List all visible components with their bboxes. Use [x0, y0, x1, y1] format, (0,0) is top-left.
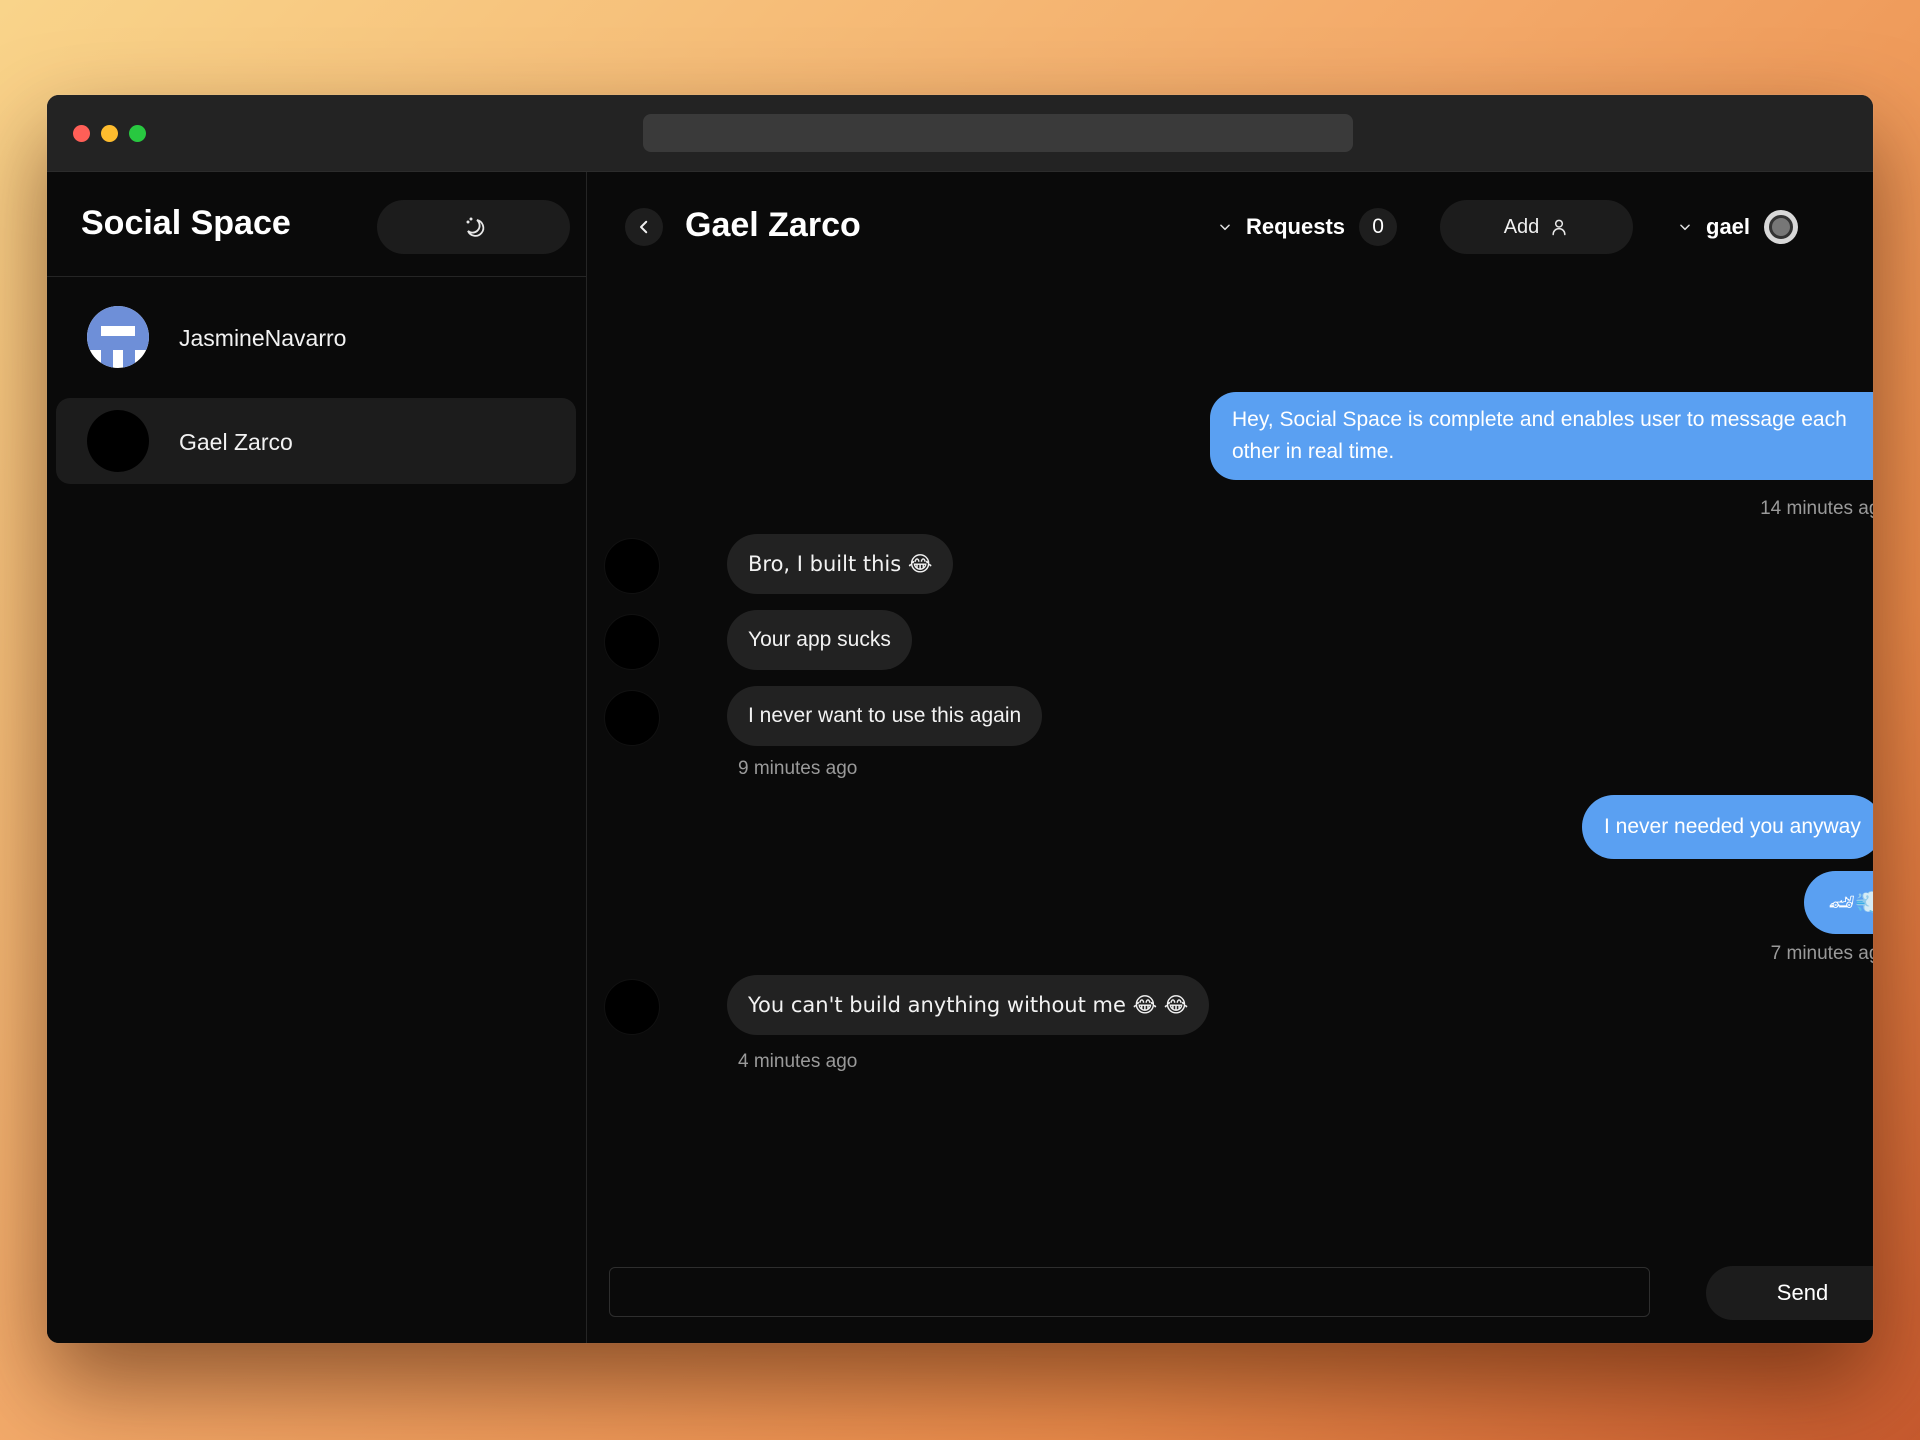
minimize-window-button[interactable] — [101, 125, 118, 142]
user-icon — [1552, 219, 1566, 236]
title-bar — [47, 95, 1873, 172]
moon-stars-icon — [466, 217, 484, 237]
chevron-down-icon — [1220, 224, 1230, 231]
avatar — [87, 306, 149, 368]
message-bubble-outgoing: I never needed you anyway — [1582, 795, 1873, 859]
app-window: Social Space JasmineNavarro Gael Zarco G… — [47, 95, 1873, 1343]
message-bubble-outgoing: 🏎💨 — [1804, 871, 1873, 934]
contact-item-gael[interactable]: Gael Zarco — [56, 398, 576, 484]
message-timestamp: 7 minutes ago — [1770, 943, 1873, 964]
app-title: Social Space — [81, 204, 291, 242]
message-bubble-incoming: I never want to use this again — [727, 686, 1043, 746]
add-label: Add — [1503, 215, 1540, 238]
requests-label: Requests — [1246, 214, 1346, 239]
contact-item-jasmine[interactable]: JasmineNavarro — [56, 294, 576, 380]
chat-panel: Gael Zarco Requests 0 Add gael Hey, Soci… — [588, 172, 1873, 1343]
message-bubble-outgoing: Hey, Social Space is complete and enable… — [1210, 392, 1873, 480]
back-button[interactable] — [625, 208, 663, 246]
message-timestamp: 14 minutes ago — [1760, 498, 1873, 519]
maximize-window-button[interactable] — [129, 125, 146, 142]
message-bubble-incoming: Bro, I built this 😂 — [727, 534, 954, 594]
sidebar: Social Space JasmineNavarro Gael Zarco — [47, 172, 587, 1343]
message-timestamp: 9 minutes ago — [738, 758, 858, 779]
chat-title: Gael Zarco — [685, 206, 861, 244]
message-bubble-incoming: Your app sucks — [727, 610, 912, 670]
sidebar-header: Social Space — [47, 172, 587, 277]
close-window-button[interactable] — [73, 125, 90, 142]
message-input[interactable] — [609, 1267, 1650, 1317]
message-timestamp: 4 minutes ago — [738, 1051, 858, 1072]
add-contact-button[interactable]: Add — [1440, 200, 1633, 254]
avatar — [87, 410, 149, 472]
sender-avatar — [604, 614, 660, 670]
user-avatar — [1764, 210, 1799, 244]
chevron-left-icon — [640, 220, 648, 234]
sender-avatar — [604, 538, 660, 594]
sender-avatar — [604, 979, 660, 1035]
chevron-down-icon — [1680, 224, 1690, 231]
send-button[interactable]: Send — [1706, 1266, 1873, 1320]
username: gael — [1706, 214, 1751, 239]
sender-avatar — [604, 690, 660, 746]
message-bubble-incoming: You can't build anything without me 😂 😂 — [727, 975, 1210, 1035]
requests-dropdown[interactable]: Requests 0 — [1218, 200, 1398, 254]
contact-name: JasmineNavarro — [179, 325, 347, 351]
theme-toggle-button[interactable] — [377, 200, 570, 254]
contact-name: Gael Zarco — [179, 429, 293, 455]
address-bar[interactable] — [643, 114, 1353, 152]
requests-count-badge: 0 — [1359, 208, 1398, 246]
user-menu[interactable]: gael — [1678, 200, 1799, 254]
